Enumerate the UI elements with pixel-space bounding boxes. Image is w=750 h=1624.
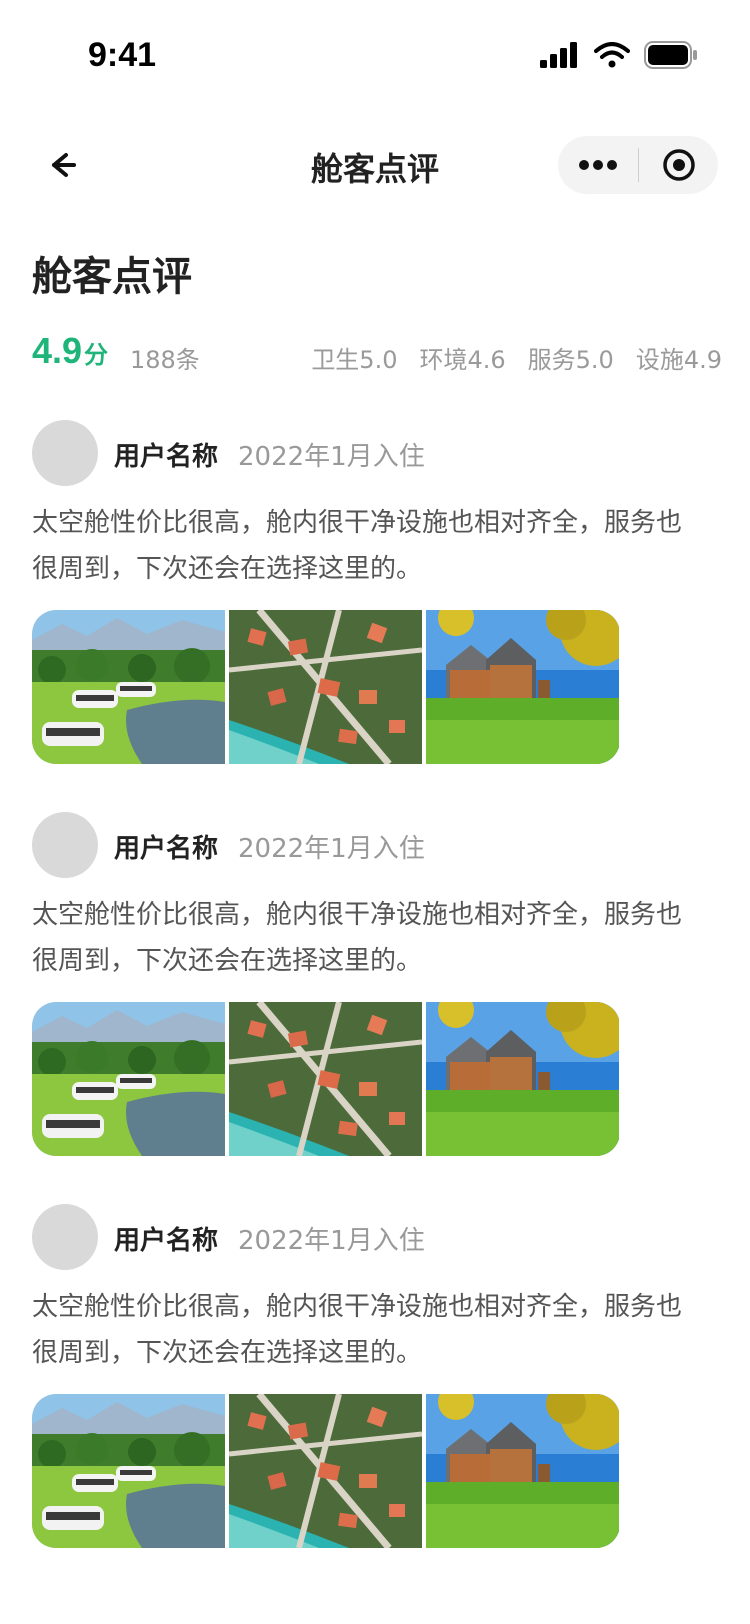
user-name: 用户名称: [114, 834, 219, 864]
user-name: 用户名称: [114, 442, 219, 472]
avatar[interactable]: [32, 1204, 98, 1270]
rating-summary: 4.9分 188条 卫生5.0 环境4.6 服务5.0 设施4.9: [32, 330, 722, 382]
review-item: 用户名称 2022年1月入住 太空舱性价比很高，舱内很干净设施也相对齐全，服务也…: [32, 1204, 722, 1596]
aerial-town-photo[interactable]: [229, 1394, 422, 1548]
avatar[interactable]: [32, 420, 98, 486]
review-list: 用户名称 2022年1月入住 太空舱性价比很高，舱内很干净设施也相对齐全，服务也…: [32, 420, 722, 1596]
subscore-environment: 环境4.6: [419, 346, 506, 374]
score-unit: 分: [84, 342, 109, 369]
nav-bar: 舱客点评: [0, 130, 750, 200]
aerial-town-photo[interactable]: [229, 1002, 422, 1156]
subscore-service: 服务5.0: [527, 346, 614, 374]
review-photos: [32, 1002, 620, 1156]
status-bar: 9:41: [0, 0, 750, 110]
review-text: 太空舱性价比很高，舱内很干净设施也相对齐全，服务也很周到，下次还会在选择这里的。: [32, 1292, 683, 1368]
camp-pods-lake-photo[interactable]: [32, 1394, 225, 1548]
status-icons: [540, 40, 698, 70]
wooden-house-autumn-photo[interactable]: [426, 1002, 619, 1156]
review-item: 用户名称 2022年1月入住 太空舱性价比很高，舱内很干净设施也相对齐全，服务也…: [32, 420, 722, 812]
review-photos: [32, 1394, 620, 1548]
more-button[interactable]: [558, 136, 638, 194]
wifi-icon: [594, 42, 630, 68]
close-miniprogram-button[interactable]: [639, 136, 718, 194]
subscore-facilities: 设施4.9: [635, 346, 722, 374]
target-icon: [662, 149, 695, 181]
user-name: 用户名称: [114, 1226, 219, 1256]
status-time: 9:41: [88, 36, 157, 74]
avatar[interactable]: [32, 812, 98, 878]
mini-program-capsule: [558, 136, 718, 194]
stay-date: 2022年1月入住: [238, 834, 425, 864]
battery-icon: [644, 41, 697, 69]
review-photos: [32, 610, 620, 764]
review-text: 太空舱性价比很高，舱内很干净设施也相对齐全，服务也很周到，下次还会在选择这里的。: [32, 900, 683, 976]
page-title: 舱客点评: [32, 254, 192, 300]
wooden-house-autumn-photo[interactable]: [426, 610, 619, 764]
camp-pods-lake-photo[interactable]: [32, 1002, 225, 1156]
review-item: 用户名称 2022年1月入住 太空舱性价比很高，舱内很干净设施也相对齐全，服务也…: [32, 812, 722, 1204]
signal-icon: [540, 42, 577, 68]
score-value: 4.9: [32, 330, 83, 371]
camp-pods-lake-photo[interactable]: [32, 610, 225, 764]
subscore-hygiene: 卫生5.0: [311, 346, 398, 374]
wooden-house-autumn-photo[interactable]: [426, 1394, 619, 1548]
aerial-town-photo[interactable]: [229, 610, 422, 764]
sub-scores: 卫生5.0 环境4.6 服务5.0 设施4.9: [311, 340, 722, 375]
overall-score: 4.9分: [32, 330, 108, 372]
stay-date: 2022年1月入住: [238, 1226, 425, 1256]
review-text: 太空舱性价比很高，舱内很干净设施也相对齐全，服务也很周到，下次还会在选择这里的。: [32, 508, 683, 584]
stay-date: 2022年1月入住: [238, 442, 425, 472]
review-count: 188条: [130, 346, 200, 374]
more-dots-icon: [579, 160, 617, 170]
